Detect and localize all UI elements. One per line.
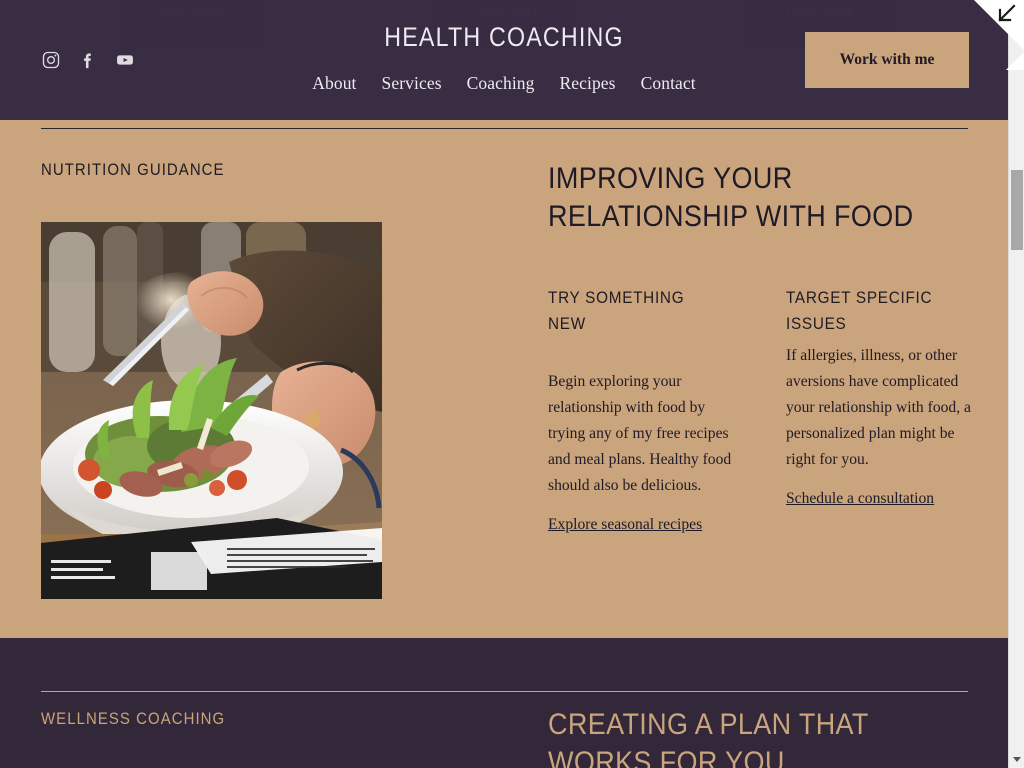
salad-photo: [41, 222, 382, 599]
schedule-a-consultation-link[interactable]: Schedule a consultation: [786, 490, 934, 508]
site-viewport: Learn more Learn more Learn more: [0, 0, 1008, 768]
social-links: [41, 50, 135, 70]
column-body: If allergies, illness, or other aversion…: [786, 347, 971, 468]
youtube-icon[interactable]: [115, 50, 135, 70]
column-title: TARGET SPECIFIC ISSUES: [786, 288, 933, 333]
browser-page: Learn more Learn more Learn more: [0, 0, 1024, 768]
nav-item-about[interactable]: About: [312, 73, 356, 94]
facebook-icon[interactable]: [78, 50, 98, 70]
nutrition-headline: IMPROVING YOUR RELATIONSHIP WITH FOOD: [548, 162, 914, 233]
nutrition-guidance-section: NUTRITION GUIDANCE IMPROVING YOUR RELATI…: [0, 120, 1008, 638]
section-divider-tan: [41, 691, 968, 692]
vertical-scrollbar[interactable]: [1008, 0, 1024, 768]
nav-item-contact[interactable]: Contact: [641, 73, 696, 94]
nav-item-services[interactable]: Services: [382, 73, 442, 94]
work-with-me-button[interactable]: Work with me: [805, 32, 969, 88]
wellness-coaching-section: WELLNESS COACHING CREATING A PLAN THAT W…: [0, 638, 1008, 768]
instagram-icon[interactable]: [41, 50, 61, 70]
nutrition-column-target-specific-issues: TARGET SPECIFIC ISSUES If allergies, ill…: [786, 285, 977, 534]
nutrition-columns: TRY SOMETHING NEW Begin exploring your r…: [548, 285, 978, 534]
nutrition-column-try-something-new: TRY SOMETHING NEW Begin exploring your r…: [548, 285, 739, 534]
nav-item-recipes[interactable]: Recipes: [559, 73, 615, 94]
wellness-eyebrow: WELLNESS COACHING: [41, 709, 226, 728]
column-title: TRY SOMETHING NEW: [548, 288, 685, 333]
scrollbar-thumb[interactable]: [1011, 170, 1023, 250]
scrollbar-down-arrow-icon[interactable]: [1009, 751, 1024, 768]
explore-seasonal-recipes-link[interactable]: Explore seasonal recipes: [548, 516, 702, 534]
wellness-headline: CREATING A PLAN THAT WORKS FOR YOU: [548, 708, 869, 768]
section-divider-dark: [41, 128, 968, 129]
site-header: HEALTH COACHING About Services Coaching …: [0, 0, 1008, 120]
nutrition-eyebrow: NUTRITION GUIDANCE: [41, 160, 225, 179]
nav-item-coaching[interactable]: Coaching: [467, 73, 535, 94]
column-body: Begin exploring your relationship with f…: [548, 373, 732, 494]
